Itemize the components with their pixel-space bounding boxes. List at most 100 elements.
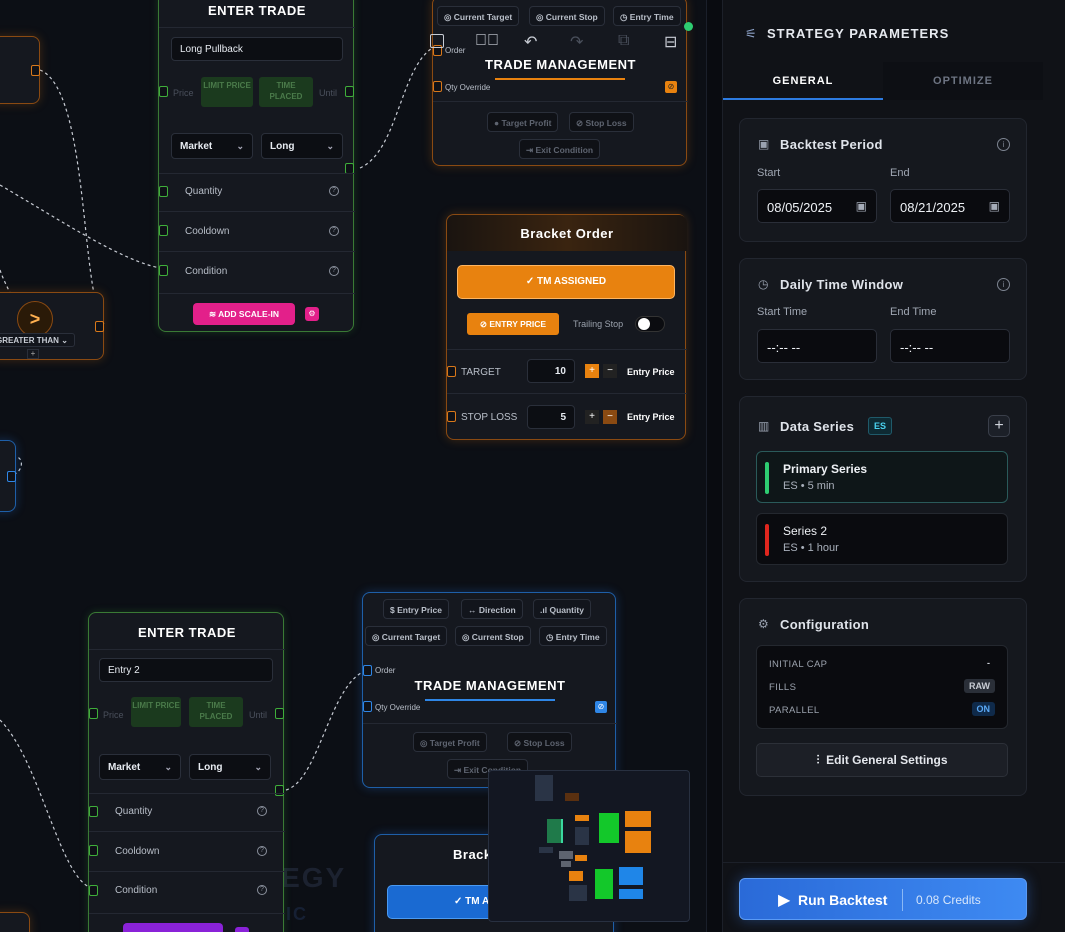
output-port[interactable] [31, 65, 40, 76]
until-port[interactable] [345, 86, 354, 97]
bracket-order-node[interactable]: Bracket Order ✓ TM ASSIGNED ⊘ ENTRY PRIC… [446, 214, 687, 440]
chip-current-target[interactable]: ◎ Current Target [365, 626, 448, 646]
layout-icon[interactable]: ⧉ [618, 32, 629, 50]
quantity-port[interactable] [89, 806, 98, 817]
time-placed-button[interactable]: TIME PLACED [259, 77, 313, 107]
comparison-node[interactable]: > GREATER THAN ⌄ + [0, 292, 104, 360]
add-series-button[interactable]: + [988, 415, 1010, 437]
decrement-button[interactable]: − [603, 364, 617, 378]
help-icon[interactable]: ? [257, 806, 267, 816]
series-item-2[interactable]: Series 2 ES • 1 hour [756, 513, 1008, 565]
tab-optimize[interactable]: OPTIMIZE [883, 62, 1043, 100]
price-port[interactable] [89, 708, 98, 719]
link-icon[interactable]: ⊘ [595, 701, 607, 713]
redo-icon[interactable]: ↷ [570, 32, 583, 52]
node-partial-mid[interactable] [0, 440, 16, 512]
add-scale-in-button[interactable] [123, 923, 223, 932]
info-icon[interactable]: i [997, 138, 1010, 151]
node-partial-bottom[interactable] [0, 912, 30, 932]
add-icon[interactable]: + [27, 349, 39, 359]
node-partial-top[interactable] [0, 36, 40, 104]
trade-name-input[interactable]: Long Pullback [171, 37, 343, 61]
settings-icon[interactable] [235, 927, 249, 932]
start-time-input[interactable]: --:-- -- [757, 329, 877, 363]
target-profit-button[interactable]: ● Target Profit [487, 112, 559, 132]
checkbox-icon[interactable] [430, 34, 444, 48]
order-port[interactable] [363, 665, 372, 676]
enter-trade-node-1[interactable]: ENTER TRADE Long Pullback Price LIMIT PR… [158, 0, 355, 332]
chip-current-stop[interactable]: ◎ Current Stop [455, 626, 531, 646]
chip-entry-price[interactable]: $ Entry Price [383, 599, 449, 619]
link-icon[interactable]: ⊘ [665, 81, 677, 93]
chip-entry-time[interactable]: ◷ Entry Time [613, 6, 681, 26]
chip-entry-time[interactable]: ◷ Entry Time [539, 626, 607, 646]
calendar-icon[interactable]: ▣ [989, 199, 1000, 213]
tm-assigned-button[interactable]: ✓ TM ASSIGNED [457, 265, 675, 299]
until-port[interactable] [275, 708, 284, 719]
end-time-input[interactable]: --:-- -- [890, 329, 1010, 363]
trade-management-node-1[interactable]: ◎ Current Target ◎ Current Stop ◷ Entry … [432, 0, 688, 166]
chip-label: Entry Price [397, 605, 442, 615]
time-placed-button[interactable]: TIME PLACED [189, 697, 243, 727]
quantity-port[interactable] [159, 186, 168, 197]
chip-current-stop[interactable]: ◎ Current Stop [529, 6, 605, 26]
decrement-button[interactable]: − [603, 410, 617, 424]
workflow-canvas[interactable]: TEGY IC > GREATER THAN ⌄ + ENTER TRADE L… [0, 0, 706, 932]
undo-icon[interactable]: ↶ [524, 32, 537, 52]
help-icon[interactable]: ? [329, 186, 339, 196]
entry-price-button[interactable]: ⊘ ENTRY PRICE [467, 313, 559, 335]
direction-select[interactable]: Long ⌄ [189, 754, 271, 780]
info-icon[interactable]: i [997, 278, 1010, 291]
run-backtest-button[interactable]: ▶ Run Backtest 0.08 Credits [739, 878, 1027, 920]
price-port[interactable] [159, 86, 168, 97]
chip-direction[interactable]: ↔ Direction [461, 599, 523, 619]
help-icon[interactable]: ? [329, 226, 339, 236]
tab-general[interactable]: GENERAL [723, 62, 883, 100]
direction-select[interactable]: Long ⌄ [261, 133, 343, 159]
cooldown-port[interactable] [159, 225, 168, 236]
qty-override-port[interactable] [363, 701, 372, 712]
target-value-input[interactable]: 10 [527, 359, 575, 383]
exit-condition-button[interactable]: ⇥ Exit Condition [519, 139, 601, 159]
settings-icon[interactable]: ⚙ [305, 307, 319, 321]
stop-value-input[interactable]: 5 [527, 405, 575, 429]
increment-button[interactable]: + [585, 410, 599, 424]
condition-port[interactable] [159, 265, 168, 276]
enter-trade-node-2[interactable]: ENTER TRADE Entry 2 Price LIMIT PRICE TI… [88, 612, 285, 932]
output-port[interactable] [275, 785, 284, 796]
series-item-primary[interactable]: Primary Series ES • 5 min [756, 451, 1008, 503]
help-icon[interactable]: ? [257, 885, 267, 895]
stop-loss-port[interactable] [447, 411, 456, 422]
limit-price-button[interactable]: LIMIT PRICE [201, 77, 253, 107]
qty-override-port[interactable] [433, 81, 442, 92]
check-circle-icon[interactable]: ✓⃝ [475, 32, 499, 50]
stop-loss-button[interactable]: ⊘ Stop Loss [507, 732, 572, 752]
increment-button[interactable]: + [585, 364, 599, 378]
trailing-stop-toggle[interactable] [635, 316, 665, 332]
trade-name-input[interactable]: Entry 2 [99, 658, 273, 682]
order-type-select[interactable]: Market ⌄ [99, 754, 181, 780]
target-port[interactable] [447, 366, 456, 377]
calendar-icon[interactable]: ▣ [856, 199, 867, 213]
end-date-input[interactable]: 08/21/2025 ▣ [890, 189, 1010, 223]
add-scale-in-button[interactable]: ≋ ADD SCALE-IN [193, 303, 295, 325]
save-icon[interactable]: ⊟ [664, 32, 677, 52]
cooldown-port[interactable] [89, 845, 98, 856]
condition-port[interactable] [89, 885, 98, 896]
trade-management-node-2[interactable]: $ Entry Price ↔ Direction .ıl Quantity ◎… [362, 592, 617, 788]
minimap[interactable] [488, 770, 690, 922]
start-date-input[interactable]: 08/05/2025 ▣ [757, 189, 877, 223]
help-icon[interactable]: ? [257, 846, 267, 856]
edit-general-settings-button[interactable]: ⫶ Edit General Settings [756, 743, 1008, 777]
output-port[interactable] [7, 471, 16, 482]
stop-loss-button[interactable]: ⊘ Stop Loss [569, 112, 634, 132]
panel-splitter[interactable] [706, 0, 722, 932]
limit-price-button[interactable]: LIMIT PRICE [131, 697, 181, 727]
help-icon[interactable]: ? [329, 266, 339, 276]
chip-current-target[interactable]: ◎ Current Target [437, 6, 520, 26]
operator-select[interactable]: GREATER THAN ⌄ [0, 333, 75, 347]
chip-quantity[interactable]: .ıl Quantity [533, 599, 591, 619]
order-type-select[interactable]: Market ⌄ [171, 133, 253, 159]
output-port[interactable] [95, 321, 104, 332]
target-profit-button[interactable]: ◎ Target Profit [413, 732, 487, 752]
